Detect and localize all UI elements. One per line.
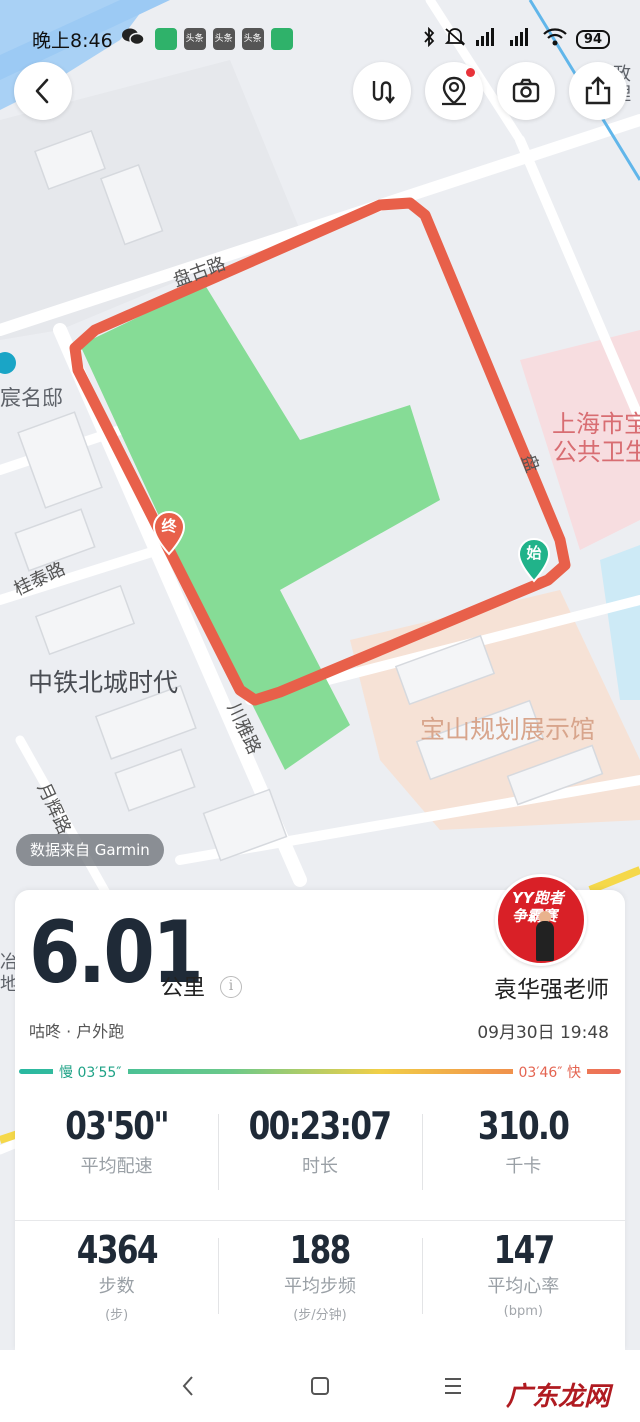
news-notification-icon: 头条 bbox=[212, 28, 235, 50]
nav-menu-icon bbox=[445, 1378, 461, 1394]
stat-unit: (步) bbox=[105, 1308, 129, 1323]
activity-datetime: 09月30日 19:48 bbox=[477, 1023, 609, 1043]
stat-label: 步数 bbox=[98, 1276, 135, 1297]
data-source-badge: 数据来自 Garmin bbox=[16, 834, 164, 866]
stat-value: 310.0 bbox=[478, 1104, 570, 1148]
pace-range-bar: 慢 03′55″ 03′46″ 快 bbox=[19, 1062, 621, 1082]
start-marker-label: 始 bbox=[526, 544, 542, 562]
stat-label: 平均配速 bbox=[80, 1156, 153, 1177]
map-label-poi-east-2: 公共卫生 bbox=[553, 438, 640, 466]
mute-icon bbox=[444, 27, 466, 52]
pace-slow-label: 慢 03′55″ bbox=[53, 1062, 128, 1082]
status-time: 晚上8:46 bbox=[32, 29, 113, 52]
info-icon[interactable]: i bbox=[220, 976, 242, 998]
watermark-logo: 广东龙网 bbox=[505, 1382, 610, 1412]
notification-dot bbox=[466, 68, 475, 77]
stats-divider bbox=[15, 1220, 625, 1221]
stat-steps: 4364 步数 (步) bbox=[15, 1228, 218, 1338]
share-icon bbox=[585, 76, 611, 105]
user-name[interactable]: 袁华强老师 bbox=[494, 970, 609, 1004]
location-button[interactable] bbox=[425, 62, 483, 120]
camera-icon bbox=[512, 78, 540, 103]
avatar-figure bbox=[536, 921, 554, 961]
start-marker[interactable]: 始 bbox=[517, 537, 551, 583]
stat-value: 03'50" bbox=[65, 1104, 169, 1148]
pace-fast-label: 03′46″ 快 bbox=[512, 1062, 587, 1082]
map-label-hall: 宝山规划展示馆 bbox=[420, 715, 596, 744]
stat-calories: 310.0 千卡 bbox=[421, 1104, 625, 1200]
distance-unit: 公里 bbox=[161, 976, 206, 1001]
map-label-poi-west: 宸名邸 bbox=[0, 386, 63, 410]
status-bar: 晚上8:46 头条 头条 头条 94 bbox=[0, 22, 640, 56]
bluetooth-icon bbox=[422, 26, 436, 52]
avatar[interactable]: YY跑者 争霸赛 bbox=[495, 874, 587, 966]
stat-duration: 00:23:07 时长 bbox=[218, 1104, 421, 1200]
activity-source: 咕咚 · 户外跑 bbox=[29, 1022, 125, 1041]
end-marker[interactable]: 终 bbox=[152, 510, 186, 556]
news-notification-icon: 头条 bbox=[183, 28, 206, 50]
nav-back-button[interactable] bbox=[168, 1368, 208, 1404]
nav-menu-button[interactable] bbox=[433, 1368, 473, 1404]
stat-avg-pace: 03'50" 平均配速 bbox=[15, 1104, 218, 1200]
stat-cadence: 188 平均步频 (步/分钟) bbox=[218, 1228, 421, 1338]
news-notification-icon: 头条 bbox=[241, 28, 264, 50]
back-button[interactable] bbox=[14, 62, 72, 120]
chevron-left-icon bbox=[35, 78, 49, 104]
stat-value: 00:23:07 bbox=[249, 1104, 393, 1148]
route-switch-icon bbox=[372, 81, 395, 104]
nav-back-icon bbox=[182, 1376, 193, 1396]
battery-indicator: 94 bbox=[575, 29, 610, 49]
camera-button[interactable] bbox=[497, 62, 555, 120]
stat-label: 千卡 bbox=[505, 1156, 542, 1177]
location-pin-icon bbox=[442, 76, 466, 106]
stat-value: 4364 bbox=[76, 1228, 159, 1272]
signal-icon bbox=[508, 27, 534, 52]
signal-icon bbox=[474, 27, 500, 52]
end-marker-label: 终 bbox=[161, 517, 177, 535]
stat-heart-rate: 147 平均心率 (bpm) bbox=[421, 1228, 625, 1338]
stat-value: 188 bbox=[289, 1228, 352, 1272]
stat-unit: (步/分钟) bbox=[293, 1308, 347, 1323]
route-switch-button[interactable] bbox=[353, 62, 411, 120]
wifi-icon bbox=[542, 27, 568, 52]
nav-home-button[interactable] bbox=[300, 1368, 340, 1404]
stat-label: 平均步频 bbox=[283, 1276, 356, 1297]
wechat-icon bbox=[121, 27, 145, 52]
nav-home-icon bbox=[311, 1377, 329, 1395]
stat-label: 时长 bbox=[301, 1156, 338, 1177]
summary-card: 6.01 公里 i 咕咚 · 户外跑 YY跑者 争霸赛 袁华强老师 09月30日… bbox=[15, 874, 625, 1350]
app-notification-icon bbox=[154, 28, 177, 50]
app-notification-icon bbox=[270, 28, 293, 50]
stat-label: 平均心率 bbox=[487, 1276, 560, 1297]
map-label-community: 中铁北城时代 bbox=[28, 668, 179, 697]
stat-value: 147 bbox=[493, 1228, 555, 1272]
stat-unit: (bpm) bbox=[503, 1304, 543, 1319]
share-button[interactable] bbox=[569, 62, 627, 120]
